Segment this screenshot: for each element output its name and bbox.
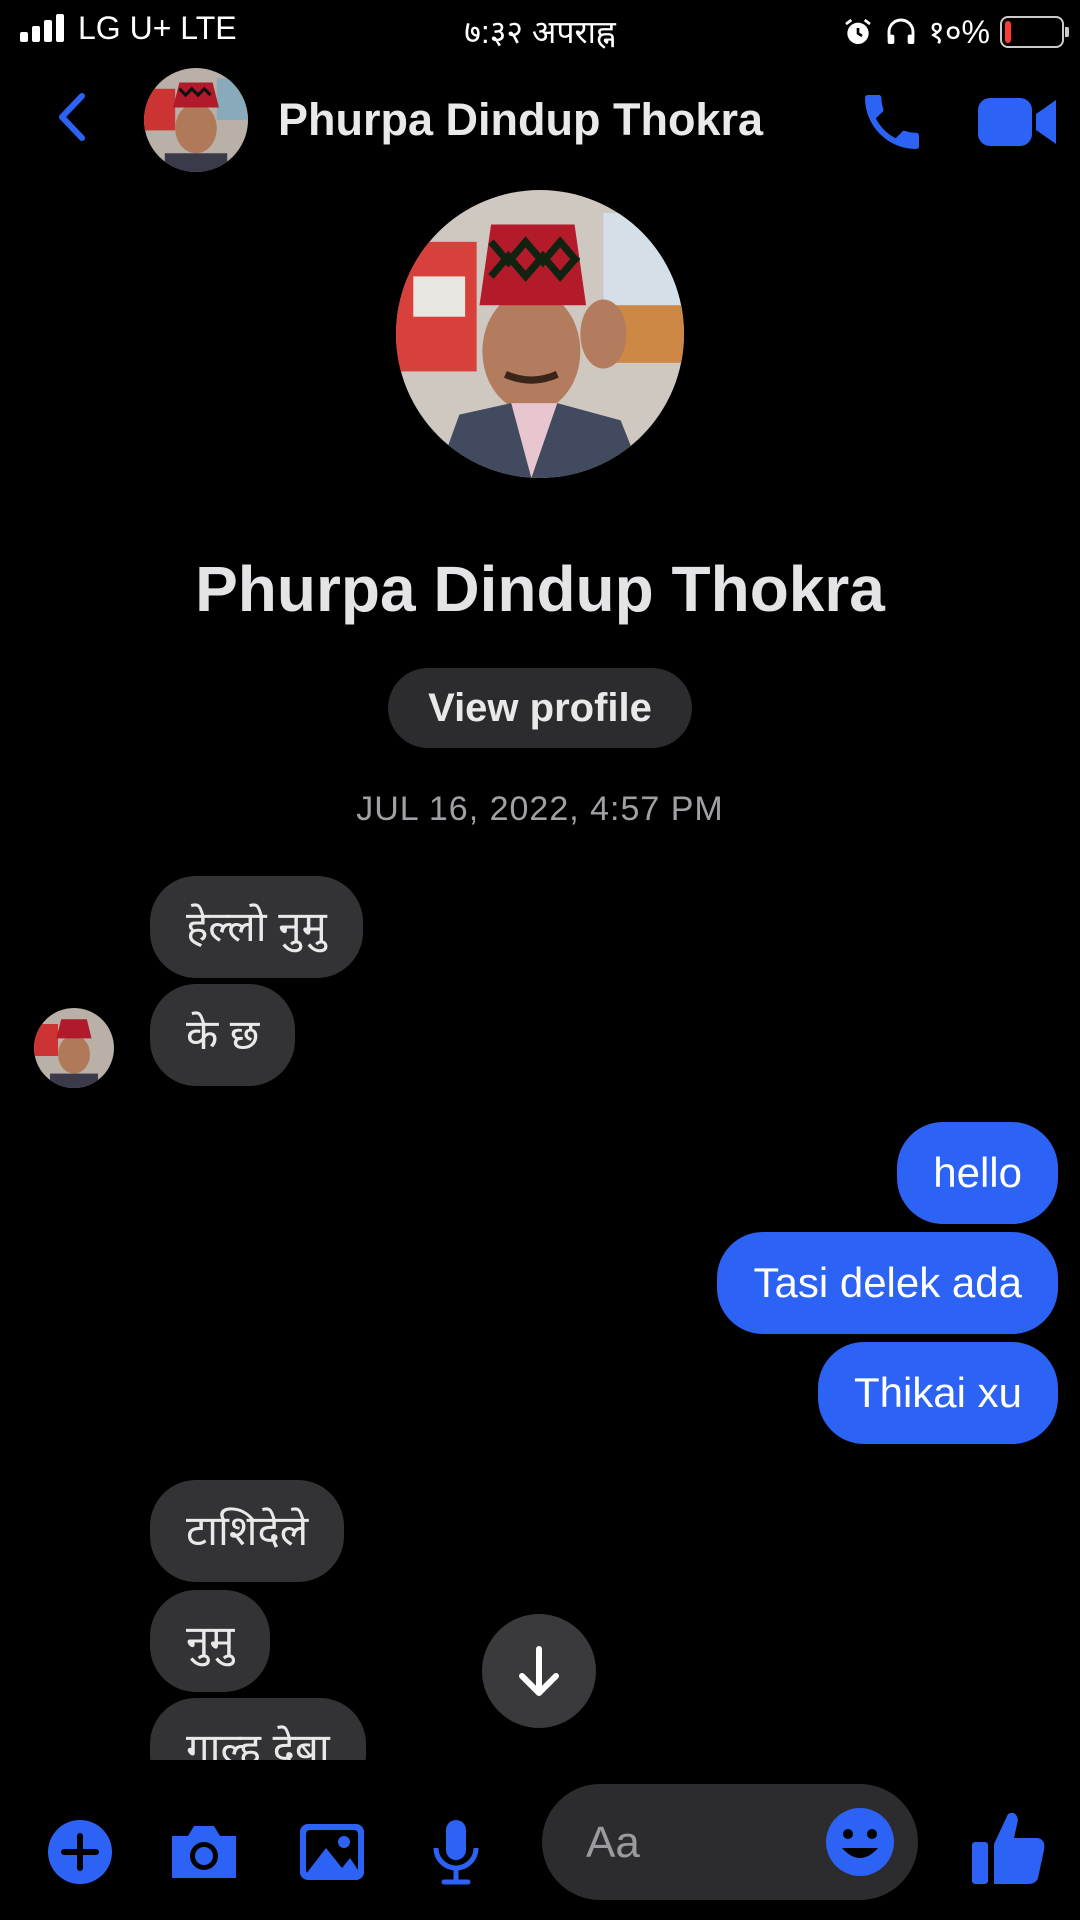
incoming-message[interactable]: नुमु [150, 1590, 271, 1692]
scroll-to-bottom-button[interactable] [482, 1614, 596, 1728]
composer-bar: Aa [0, 1760, 1080, 1920]
photo-icon[interactable] [292, 1812, 372, 1892]
back-icon[interactable] [40, 82, 110, 152]
profile-name: Phurpa Dindup Thokra [195, 553, 885, 625]
incoming-message[interactable]: हेल्लो नुमु [150, 876, 363, 978]
phone-icon[interactable] [856, 86, 928, 158]
view-profile-button[interactable]: View profile [388, 668, 692, 748]
plus-icon[interactable] [40, 1812, 120, 1892]
battery-level [1005, 20, 1011, 43]
headphones-icon [887, 18, 915, 44]
alarm-icon [845, 18, 872, 44]
sender-avatar[interactable] [34, 1008, 114, 1088]
status-right: १०% [842, 10, 1069, 53]
thumbs-up-icon[interactable] [968, 1804, 1048, 1888]
incoming-message[interactable]: के छ [150, 984, 296, 1086]
status-bar: LG U+ LTE ७:३२ अपराह्न १०% [0, 0, 1080, 60]
camera-icon[interactable] [164, 1812, 244, 1892]
incoming-message[interactable]: टाशिदेले [150, 1480, 345, 1582]
arrow-down-icon [519, 1646, 559, 1696]
outgoing-message[interactable]: Thikai xu [817, 1342, 1058, 1444]
contact-name[interactable]: Phurpa Dindup Thokra [278, 94, 763, 146]
battery-percent: १०% [928, 14, 990, 50]
avatar[interactable] [144, 68, 248, 172]
conversation-timestamp: JUL 16, 2022, 4:57 PM [356, 790, 724, 828]
chat-header: Phurpa Dindup Thokra [0, 60, 1080, 180]
emoji-icon[interactable] [822, 1804, 898, 1880]
outgoing-message[interactable]: hello [897, 1122, 1058, 1224]
video-camera-icon[interactable] [978, 92, 1058, 152]
microphone-icon[interactable] [416, 1812, 496, 1892]
battery-icon [1000, 15, 1069, 48]
outgoing-message[interactable]: Tasi delek ada [717, 1232, 1058, 1334]
profile-photo[interactable] [396, 190, 684, 478]
message-input[interactable]: Aa [542, 1784, 918, 1900]
incoming-message[interactable]: गाल्ह देबा [150, 1698, 366, 1760]
message-input-placeholder: Aa [586, 1818, 640, 1867]
